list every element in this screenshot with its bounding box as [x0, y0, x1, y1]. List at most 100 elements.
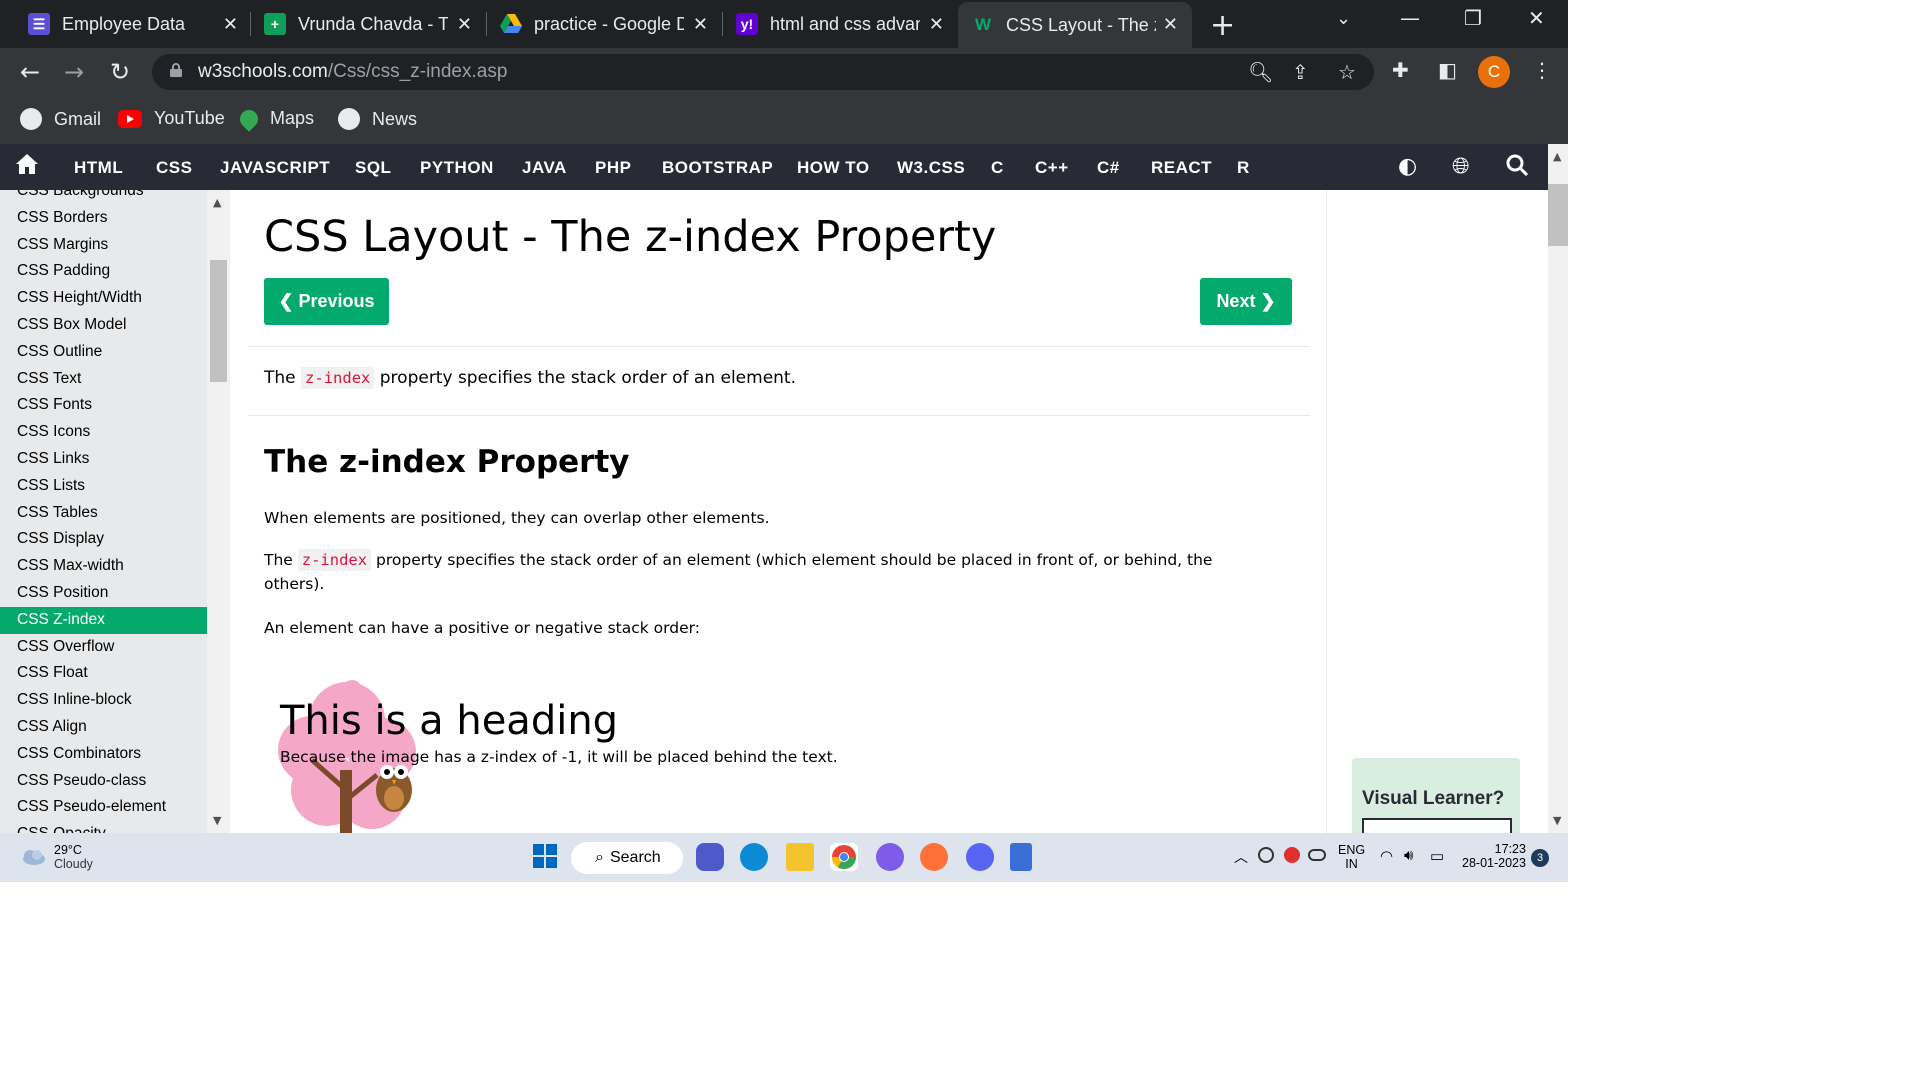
- nav-react[interactable]: REACT: [1151, 158, 1212, 178]
- home-icon[interactable]: [16, 154, 38, 180]
- bookmark-gmail[interactable]: Gmail: [20, 108, 101, 130]
- bookmark-news[interactable]: News: [338, 108, 417, 130]
- nav-javascript[interactable]: JAVASCRIPT: [220, 158, 330, 178]
- weather-widget[interactable]: 29°C Cloudy: [20, 843, 93, 871]
- sidebar-item-z-index[interactable]: CSS Z-index: [0, 606, 207, 634]
- extensions-icon[interactable]: ✚: [1392, 58, 1409, 82]
- nav-c[interactable]: C: [991, 158, 1004, 178]
- sidebar-item-align[interactable]: CSS Align: [0, 714, 207, 741]
- sidebar-item-tables[interactable]: CSS Tables: [0, 500, 207, 527]
- nav-php[interactable]: PHP: [595, 158, 631, 178]
- nav-python[interactable]: PYTHON: [420, 158, 494, 178]
- sidebar-item-position[interactable]: CSS Position: [0, 580, 207, 607]
- sidebar-item-overflow[interactable]: CSS Overflow: [0, 634, 207, 661]
- sidebar-item-text[interactable]: CSS Text: [0, 366, 207, 393]
- nav-r[interactable]: R: [1237, 158, 1250, 178]
- tab-employee-data[interactable]: ☰ Employee Data ✕: [28, 0, 252, 48]
- firefox-icon[interactable]: [920, 843, 948, 871]
- url-field[interactable]: w3schools.com/Css/css_z-index.asp 🔍︎ ⇪ ☆: [152, 54, 1374, 90]
- sidebar-item-opacity[interactable]: CSS Opacity: [0, 821, 207, 833]
- contrast-icon[interactable]: ◐: [1398, 154, 1417, 179]
- sync-icon[interactable]: [1258, 847, 1274, 863]
- close-icon[interactable]: ✕: [929, 14, 944, 35]
- scroll-down-arrow-icon[interactable]: ▼: [213, 814, 221, 827]
- back-arrow-icon[interactable]: ←: [20, 58, 40, 86]
- close-icon[interactable]: ✕: [223, 14, 238, 35]
- sidebar-scrollbar[interactable]: ▲ ▼: [207, 190, 230, 833]
- page-scrollbar[interactable]: ▲ ▼: [1548, 144, 1568, 833]
- previous-button[interactable]: ❮ Previous: [264, 278, 389, 325]
- tab-practice-google-drive[interactable]: practice - Google D ✕: [500, 0, 722, 48]
- minimize-icon[interactable]: —: [1400, 6, 1420, 30]
- tab-html-css-advanced[interactable]: y! html and css advanc ✕: [736, 0, 958, 48]
- windows-start-icon[interactable]: [532, 843, 560, 871]
- globe-icon[interactable]: 🌐︎: [1452, 154, 1470, 179]
- sidebar-item-padding[interactable]: CSS Padding: [0, 258, 207, 285]
- window-close-icon[interactable]: ✕: [1528, 6, 1545, 30]
- sidebar-item-fonts[interactable]: CSS Fonts: [0, 392, 207, 419]
- sidebar-item-icons[interactable]: CSS Icons: [0, 419, 207, 446]
- scroll-down-arrow-icon[interactable]: ▼: [1553, 814, 1561, 827]
- close-icon[interactable]: ✕: [693, 14, 708, 35]
- taskbar-search[interactable]: ⌕ Search: [571, 842, 683, 874]
- sidebar-item-pseudo-element[interactable]: CSS Pseudo-element: [0, 794, 207, 821]
- nav-java[interactable]: JAVA: [522, 158, 567, 178]
- scroll-up-arrow-icon[interactable]: ▲: [1553, 150, 1561, 163]
- search-icon[interactable]: [1506, 154, 1529, 182]
- profile-avatar[interactable]: C: [1478, 56, 1510, 88]
- notification-badge[interactable]: 3: [1531, 849, 1549, 867]
- menu-kebab-icon[interactable]: ⋮: [1532, 58, 1552, 82]
- wifi-icon[interactable]: ◠: [1380, 847, 1393, 865]
- sidebar-item-links[interactable]: CSS Links: [0, 446, 207, 473]
- sidebar-item-outline[interactable]: CSS Outline: [0, 339, 207, 366]
- battery-icon[interactable]: ▭: [1430, 847, 1444, 865]
- bookmark-youtube[interactable]: YouTube: [118, 108, 225, 129]
- language-indicator[interactable]: ENG IN: [1338, 843, 1365, 871]
- nav-bootstrap[interactable]: BOOTSTRAP: [662, 158, 773, 178]
- file-explorer-icon[interactable]: [786, 843, 814, 871]
- sidebar-item-box-model[interactable]: CSS Box Model: [0, 312, 207, 339]
- sidebar-item-height-width[interactable]: CSS Height/Width: [0, 285, 207, 312]
- nav-html[interactable]: HTML: [74, 158, 123, 178]
- nav-cpp[interactable]: C++: [1035, 158, 1069, 178]
- notepad-icon[interactable]: [1010, 843, 1032, 871]
- sidebar-item-max-width[interactable]: CSS Max-width: [0, 553, 207, 580]
- nav-w3css[interactable]: W3.CSS: [897, 158, 965, 178]
- clock[interactable]: 17:23 28-01-2023: [1462, 842, 1526, 870]
- sidebar-item-combinators[interactable]: CSS Combinators: [0, 741, 207, 768]
- nav-how-to[interactable]: HOW TO: [797, 158, 870, 178]
- sidebar-item-borders[interactable]: CSS Borders: [0, 205, 207, 232]
- new-tab-button[interactable]: +: [1210, 8, 1235, 43]
- tab-css-layout-z-index[interactable]: W CSS Layout - The z- ✕: [958, 2, 1192, 48]
- copilot-icon[interactable]: [876, 843, 904, 871]
- sidebar-item-lists[interactable]: CSS Lists: [0, 473, 207, 500]
- tab-vrunda-chavda[interactable]: + Vrunda Chavda - Ta ✕: [264, 0, 486, 48]
- sidebar-item-inline-block[interactable]: CSS Inline-block: [0, 687, 207, 714]
- scroll-up-arrow-icon[interactable]: ▲: [213, 196, 221, 209]
- sidebar-item-pseudo-class[interactable]: CSS Pseudo-class: [0, 768, 207, 795]
- restore-icon[interactable]: ❐: [1464, 6, 1482, 30]
- chrome-icon[interactable]: [830, 843, 858, 871]
- security-icon[interactable]: [1284, 847, 1300, 863]
- nav-sql[interactable]: SQL: [355, 158, 391, 178]
- close-icon[interactable]: ✕: [457, 14, 472, 35]
- bookmark-star-icon[interactable]: ☆: [1338, 60, 1356, 84]
- next-button[interactable]: Next ❯: [1200, 278, 1292, 325]
- sidebar-item-backgrounds[interactable]: CSS Backgrounds: [0, 190, 207, 205]
- edge-icon[interactable]: [740, 843, 768, 871]
- teams-chat-icon[interactable]: [696, 843, 724, 871]
- share-icon[interactable]: ⇪: [1292, 60, 1309, 84]
- sidebar-item-margins[interactable]: CSS Margins: [0, 232, 207, 259]
- zoom-icon[interactable]: 🔍︎: [1248, 60, 1273, 84]
- sidebar-item-display[interactable]: CSS Display: [0, 526, 207, 553]
- side-panel-icon[interactable]: ◧: [1438, 58, 1457, 82]
- onedrive-icon[interactable]: [1308, 849, 1326, 861]
- tab-search-icon[interactable]: ⌄: [1336, 8, 1351, 29]
- close-icon[interactable]: ✕: [1163, 14, 1178, 35]
- volume-icon[interactable]: 🔊︎: [1404, 847, 1413, 864]
- nav-csharp[interactable]: C#: [1097, 158, 1120, 178]
- nav-css[interactable]: CSS: [156, 158, 192, 178]
- page-scroll-thumb[interactable]: [1548, 184, 1568, 246]
- forward-arrow-icon[interactable]: →: [64, 58, 84, 86]
- reload-icon[interactable]: ↻: [110, 58, 130, 86]
